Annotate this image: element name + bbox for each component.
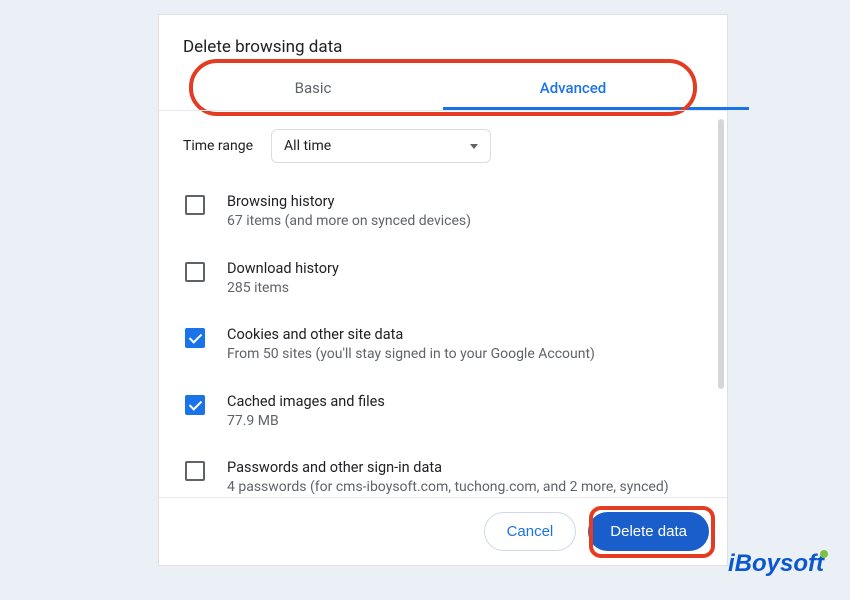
item-title: Passwords and other sign-in data: [227, 459, 669, 476]
checkbox-browsing-history[interactable]: [185, 195, 205, 215]
list-item: Download history 285 items: [183, 250, 703, 317]
item-title: Cookies and other site data: [227, 326, 595, 343]
item-desc: From 50 sites (you'll stay signed in to …: [227, 345, 595, 365]
checkbox-cached[interactable]: [185, 395, 205, 415]
list-item: Passwords and other sign-in data 4 passw…: [183, 449, 703, 497]
item-desc: 4 passwords (for cms-iboysoft.com, tucho…: [227, 478, 669, 497]
list-item: Browsing history 67 items (and more on s…: [183, 183, 703, 250]
scrollbar[interactable]: [718, 119, 724, 389]
delete-data-button[interactable]: Delete data: [588, 512, 709, 551]
item-title: Browsing history: [227, 193, 471, 210]
item-desc: 77.9 MB: [227, 412, 385, 432]
logo-dot-icon: [820, 550, 828, 558]
tabs-container: Basic Advanced: [159, 65, 727, 110]
delete-browsing-data-dialog: Delete browsing data Basic Advanced Time…: [158, 14, 728, 566]
cancel-button[interactable]: Cancel: [484, 512, 577, 551]
tab-basic[interactable]: Basic: [183, 65, 443, 109]
dialog-title: Delete browsing data: [159, 15, 727, 65]
scroll-area: Time range All time Browsing history 67 …: [159, 111, 727, 497]
dialog-footer: Cancel Delete data: [159, 497, 727, 565]
item-title: Cached images and files: [227, 393, 385, 410]
time-range-select[interactable]: All time: [271, 129, 491, 163]
watermark-logo: iBoysoft: [728, 550, 828, 578]
time-range-value: All time: [284, 138, 331, 154]
dialog-content: Time range All time Browsing history 67 …: [159, 110, 727, 497]
item-desc: 285 items: [227, 279, 339, 299]
list-item: Cookies and other site data From 50 site…: [183, 316, 703, 383]
list-item: Cached images and files 77.9 MB: [183, 383, 703, 450]
time-range-label: Time range: [183, 138, 253, 154]
time-range-row: Time range All time: [183, 129, 703, 163]
item-desc: 67 items (and more on synced devices): [227, 212, 471, 232]
tabs: Basic Advanced: [183, 65, 703, 110]
tab-advanced[interactable]: Advanced: [443, 65, 703, 109]
checkbox-cookies[interactable]: [185, 328, 205, 348]
checkbox-download-history[interactable]: [185, 262, 205, 282]
item-title: Download history: [227, 260, 339, 277]
dropdown-caret-icon: [470, 144, 478, 149]
checkbox-passwords[interactable]: [185, 461, 205, 481]
